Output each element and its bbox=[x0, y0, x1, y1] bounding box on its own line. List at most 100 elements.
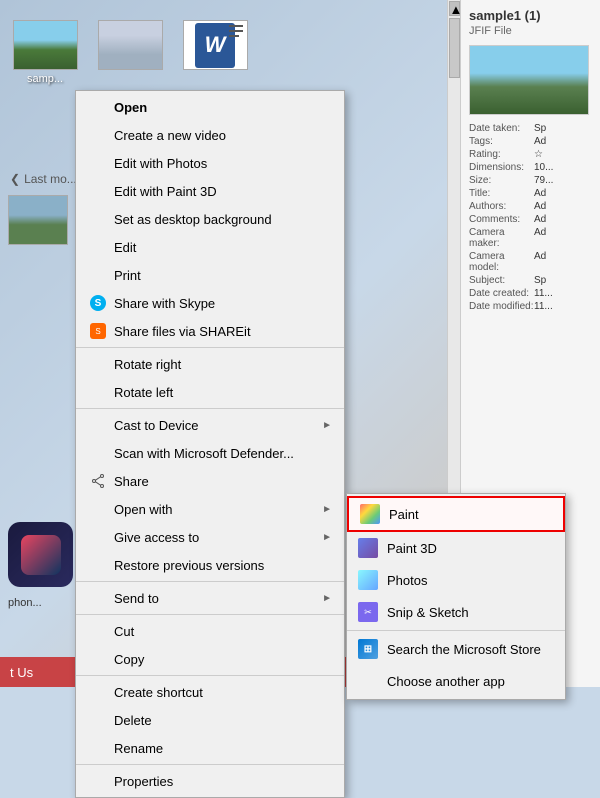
menu-item-create-shortcut[interactable]: Create shortcut bbox=[76, 678, 344, 706]
menu-item-share-shareit[interactable]: S Share files via SHAREit bbox=[76, 317, 344, 345]
prop-key: Comments: bbox=[469, 214, 534, 225]
rotate-left-icon bbox=[88, 382, 108, 402]
restore-prev-icon bbox=[88, 555, 108, 575]
open-with-arrow: ► bbox=[322, 504, 332, 515]
menu-label-edit-paint3d: Edit with Paint 3D bbox=[114, 184, 332, 199]
menu-item-delete[interactable]: Delete bbox=[76, 706, 344, 734]
prop-rating: Rating: ☆ bbox=[469, 149, 592, 160]
phone-app-icon[interactable] bbox=[8, 522, 73, 587]
thumb-1 bbox=[8, 195, 68, 245]
separator-1 bbox=[76, 347, 344, 348]
menu-item-properties[interactable]: Properties bbox=[76, 767, 344, 795]
menu-item-print[interactable]: Print bbox=[76, 261, 344, 289]
submenu-item-photos[interactable]: Photos bbox=[347, 564, 565, 596]
separator-5 bbox=[76, 675, 344, 676]
menu-item-open-with[interactable]: Open with ► Paint Paint 3D bbox=[76, 495, 344, 523]
separator-2 bbox=[76, 408, 344, 409]
prop-key: Date modified: bbox=[469, 301, 534, 312]
open-icon bbox=[88, 97, 108, 117]
desktop-bg-icon bbox=[88, 209, 108, 229]
menu-item-edit-photos[interactable]: Edit with Photos bbox=[76, 149, 344, 177]
menu-label-share-skype: Share with Skype bbox=[114, 296, 332, 311]
menu-item-desktop-bg[interactable]: Set as desktop background bbox=[76, 205, 344, 233]
menu-label-open: Open bbox=[114, 100, 332, 115]
menu-item-rotate-left[interactable]: Rotate left bbox=[76, 378, 344, 406]
menu-label-new-video: Create a new video bbox=[114, 128, 332, 143]
submenu-item-snip[interactable]: ✂ Snip & Sketch bbox=[347, 596, 565, 628]
menu-item-restore-prev[interactable]: Restore previous versions bbox=[76, 551, 344, 579]
store-icon-shape: ⊞ bbox=[358, 639, 378, 659]
desktop-icons: samp... W bbox=[10, 20, 250, 85]
menu-item-edit-paint3d[interactable]: Edit with Paint 3D bbox=[76, 177, 344, 205]
submenu-label-paint3d: Paint 3D bbox=[387, 541, 437, 556]
menu-item-send-to[interactable]: Send to ► bbox=[76, 584, 344, 612]
store-app-icon: ⊞ bbox=[357, 638, 379, 660]
submenu-item-paint3d[interactable]: Paint 3D bbox=[347, 532, 565, 564]
submenu-item-search-store[interactable]: ⊞ Search the Microsoft Store bbox=[347, 633, 565, 665]
send-to-arrow: ► bbox=[322, 593, 332, 604]
menu-label-delete: Delete bbox=[114, 713, 332, 728]
share-icon-svg bbox=[91, 474, 105, 488]
submenu-item-choose-app[interactable]: Choose another app bbox=[347, 665, 565, 697]
separator-4 bbox=[76, 614, 344, 615]
prop-key: Camera model: bbox=[469, 251, 534, 273]
prop-key: Date created: bbox=[469, 288, 534, 299]
desktop-icon-2[interactable] bbox=[95, 20, 165, 85]
context-menu: Open Create a new video Edit with Photos… bbox=[75, 90, 345, 798]
photos-app-icon bbox=[357, 569, 379, 591]
submenu-separator bbox=[347, 630, 565, 631]
scrollbar-thumb[interactable] bbox=[449, 18, 460, 78]
prop-key: Subject: bbox=[469, 275, 534, 286]
menu-item-share[interactable]: Share bbox=[76, 467, 344, 495]
open-with-submenu: Paint Paint 3D Photos ✂ bbox=[346, 493, 566, 700]
photos-icon-shape bbox=[358, 570, 378, 590]
prop-val: 11... bbox=[534, 301, 553, 312]
properties-icon bbox=[88, 771, 108, 791]
menu-label-rotate-left: Rotate left bbox=[114, 385, 332, 400]
menu-item-cut[interactable]: Cut bbox=[76, 617, 344, 645]
desktop-icon-sample[interactable]: samp... bbox=[10, 20, 80, 85]
menu-item-give-access[interactable]: Give access to ► bbox=[76, 523, 344, 551]
menu-label-edit-photos: Edit with Photos bbox=[114, 156, 332, 171]
menu-label-print: Print bbox=[114, 268, 332, 283]
menu-item-share-skype[interactable]: S Share with Skype bbox=[76, 289, 344, 317]
prop-val: Ad bbox=[534, 227, 546, 249]
icon-label: samp... bbox=[27, 73, 63, 85]
menu-item-edit[interactable]: Edit bbox=[76, 233, 344, 261]
menu-item-copy[interactable]: Copy bbox=[76, 645, 344, 673]
menu-label-share-shareit: Share files via SHAREit bbox=[114, 324, 332, 339]
skype-icon: S bbox=[88, 293, 108, 313]
menu-label-restore-prev: Restore previous versions bbox=[114, 558, 332, 573]
menu-item-open[interactable]: Open bbox=[76, 93, 344, 121]
menu-item-new-video[interactable]: Create a new video bbox=[76, 121, 344, 149]
prop-key: Size: bbox=[469, 175, 534, 186]
menu-label-cut: Cut bbox=[114, 624, 332, 639]
separator-3 bbox=[76, 581, 344, 582]
prop-date-taken: Date taken: Sp bbox=[469, 123, 592, 134]
give-access-icon bbox=[88, 527, 108, 547]
menu-item-rename[interactable]: Rename bbox=[76, 734, 344, 762]
menu-item-rotate-right[interactable]: Rotate right bbox=[76, 350, 344, 378]
desktop-icon-word[interactable]: W bbox=[180, 20, 250, 85]
prop-key: Date taken: bbox=[469, 123, 534, 134]
print-icon bbox=[88, 265, 108, 285]
prop-date-created: Date created: 11... bbox=[469, 288, 592, 299]
menu-item-cast[interactable]: Cast to Device ► bbox=[76, 411, 344, 439]
prop-title: Title: Ad bbox=[469, 188, 592, 199]
send-to-icon bbox=[88, 588, 108, 608]
scrollbar-up-arrow[interactable]: ▲ bbox=[449, 1, 460, 16]
prop-key: Tags: bbox=[469, 136, 534, 147]
defender-icon bbox=[88, 443, 108, 463]
submenu-label-search-store: Search the Microsoft Store bbox=[387, 642, 541, 657]
prop-val: ☆ bbox=[534, 149, 543, 160]
menu-item-defender[interactable]: Scan with Microsoft Defender... bbox=[76, 439, 344, 467]
bottom-bar-text: t Us bbox=[10, 665, 33, 680]
snip-icon-shape: ✂ bbox=[358, 602, 378, 622]
panel-title: sample1 (1) bbox=[469, 8, 592, 23]
submenu-item-paint[interactable]: Paint bbox=[347, 496, 565, 532]
prop-key: Dimensions: bbox=[469, 162, 534, 173]
paint3d-icon-shape bbox=[358, 538, 378, 558]
cast-arrow: ► bbox=[322, 420, 332, 431]
panel-properties: Date taken: Sp Tags: Ad Rating: ☆ Dimens… bbox=[469, 123, 592, 312]
prop-comments: Comments: Ad bbox=[469, 214, 592, 225]
